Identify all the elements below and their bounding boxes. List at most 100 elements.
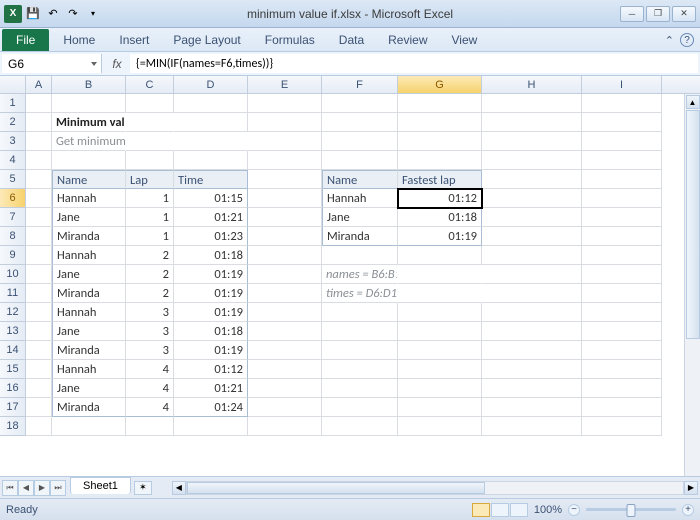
cell[interactable] [398, 322, 482, 341]
cell[interactable]: Miranda [52, 398, 126, 417]
select-all-corner[interactable] [0, 76, 26, 93]
cell[interactable] [398, 132, 482, 151]
cell[interactable]: 1 [126, 189, 174, 208]
horizontal-scrollbar[interactable] [186, 481, 684, 495]
cell[interactable] [482, 208, 582, 227]
cell[interactable] [398, 417, 482, 436]
cell[interactable] [398, 284, 482, 303]
row-header[interactable]: 8 [0, 227, 26, 246]
cell[interactable]: Jane [52, 379, 126, 398]
cell[interactable] [322, 151, 398, 170]
cell[interactable]: Lap [126, 170, 174, 189]
cell[interactable] [248, 303, 322, 322]
add-sheet-icon[interactable]: ✶ [134, 481, 152, 495]
cell[interactable] [52, 417, 126, 436]
row-header[interactable]: 1 [0, 94, 26, 113]
cell[interactable]: Name [322, 170, 398, 189]
cell[interactable] [26, 94, 52, 113]
cell[interactable]: 01:18 [174, 322, 248, 341]
cell[interactable] [582, 208, 662, 227]
cell[interactable] [582, 322, 662, 341]
cell[interactable] [482, 227, 582, 246]
cell[interactable] [322, 113, 398, 132]
cell[interactable] [582, 398, 662, 417]
tab-view[interactable]: View [440, 29, 490, 51]
cell[interactable] [322, 132, 398, 151]
cell[interactable] [482, 265, 582, 284]
cell[interactable] [174, 151, 248, 170]
cell[interactable]: 4 [126, 360, 174, 379]
cell[interactable] [26, 379, 52, 398]
cell[interactable] [482, 94, 582, 113]
cell[interactable] [482, 322, 582, 341]
cell[interactable] [26, 170, 52, 189]
cell[interactable] [248, 170, 322, 189]
cell[interactable] [248, 189, 322, 208]
cell[interactable] [52, 94, 126, 113]
cell[interactable] [322, 303, 398, 322]
cell[interactable]: 01:24 [174, 398, 248, 417]
qat-dropdown-icon[interactable]: ▾ [84, 5, 102, 23]
cell[interactable] [322, 94, 398, 113]
cell[interactable] [582, 227, 662, 246]
cell[interactable] [248, 322, 322, 341]
row-header[interactable]: 17 [0, 398, 26, 417]
cell[interactable] [582, 341, 662, 360]
col-header[interactable]: A [26, 76, 52, 93]
col-header[interactable]: C [126, 76, 174, 93]
cell[interactable] [248, 94, 322, 113]
cell[interactable] [398, 113, 482, 132]
cell[interactable]: 3 [126, 322, 174, 341]
cell[interactable]: 4 [126, 398, 174, 417]
cell[interactable] [26, 113, 52, 132]
cell[interactable]: 01:19 [174, 303, 248, 322]
cell[interactable] [322, 417, 398, 436]
row-header[interactable]: 4 [0, 151, 26, 170]
cell[interactable] [582, 303, 662, 322]
cell[interactable] [248, 113, 322, 132]
row-header[interactable]: 15 [0, 360, 26, 379]
cell[interactable]: 01:12 [398, 189, 482, 208]
cell[interactable]: 01:15 [174, 189, 248, 208]
cell[interactable] [126, 113, 174, 132]
cell[interactable] [582, 284, 662, 303]
row-header[interactable]: 7 [0, 208, 26, 227]
redo-icon[interactable]: ↷ [64, 5, 82, 23]
col-header[interactable]: I [582, 76, 662, 93]
cell[interactable] [248, 360, 322, 379]
cell[interactable] [248, 341, 322, 360]
view-page-layout-icon[interactable] [491, 503, 509, 517]
cell[interactable] [398, 246, 482, 265]
cell[interactable] [582, 132, 662, 151]
cell[interactable] [482, 284, 582, 303]
row-header[interactable]: 2 [0, 113, 26, 132]
cell[interactable]: 01:18 [398, 208, 482, 227]
cell[interactable] [322, 341, 398, 360]
sheet-nav-first-icon[interactable]: ⏮ [2, 480, 18, 496]
cell[interactable] [26, 341, 52, 360]
cell[interactable]: Hannah [52, 189, 126, 208]
cell[interactable]: 01:21 [174, 208, 248, 227]
tab-formulas[interactable]: Formulas [253, 29, 327, 51]
cell[interactable]: Minimum value if [52, 113, 126, 132]
ribbon-minimize-icon[interactable]: ⌃ [665, 34, 674, 47]
cell[interactable] [248, 398, 322, 417]
cell[interactable]: Get minimum if criteria matches [52, 132, 126, 151]
cell[interactable] [174, 94, 248, 113]
cell[interactable] [398, 360, 482, 379]
save-icon[interactable]: 💾 [24, 5, 42, 23]
sheet-nav-last-icon[interactable]: ⏭ [50, 480, 66, 496]
cell[interactable]: Hannah [52, 246, 126, 265]
name-box[interactable]: G6 [2, 54, 102, 73]
vertical-scrollbar[interactable]: ▲ [684, 94, 700, 476]
scroll-thumb[interactable] [686, 110, 700, 339]
cell[interactable] [26, 398, 52, 417]
cell[interactable] [26, 417, 52, 436]
cell[interactable]: 01:19 [174, 265, 248, 284]
cell[interactable]: Miranda [52, 284, 126, 303]
cell[interactable] [482, 398, 582, 417]
cell[interactable] [398, 94, 482, 113]
sheet-nav-prev-icon[interactable]: ◀ [18, 480, 34, 496]
cell[interactable] [248, 208, 322, 227]
cell[interactable]: Hannah [52, 303, 126, 322]
